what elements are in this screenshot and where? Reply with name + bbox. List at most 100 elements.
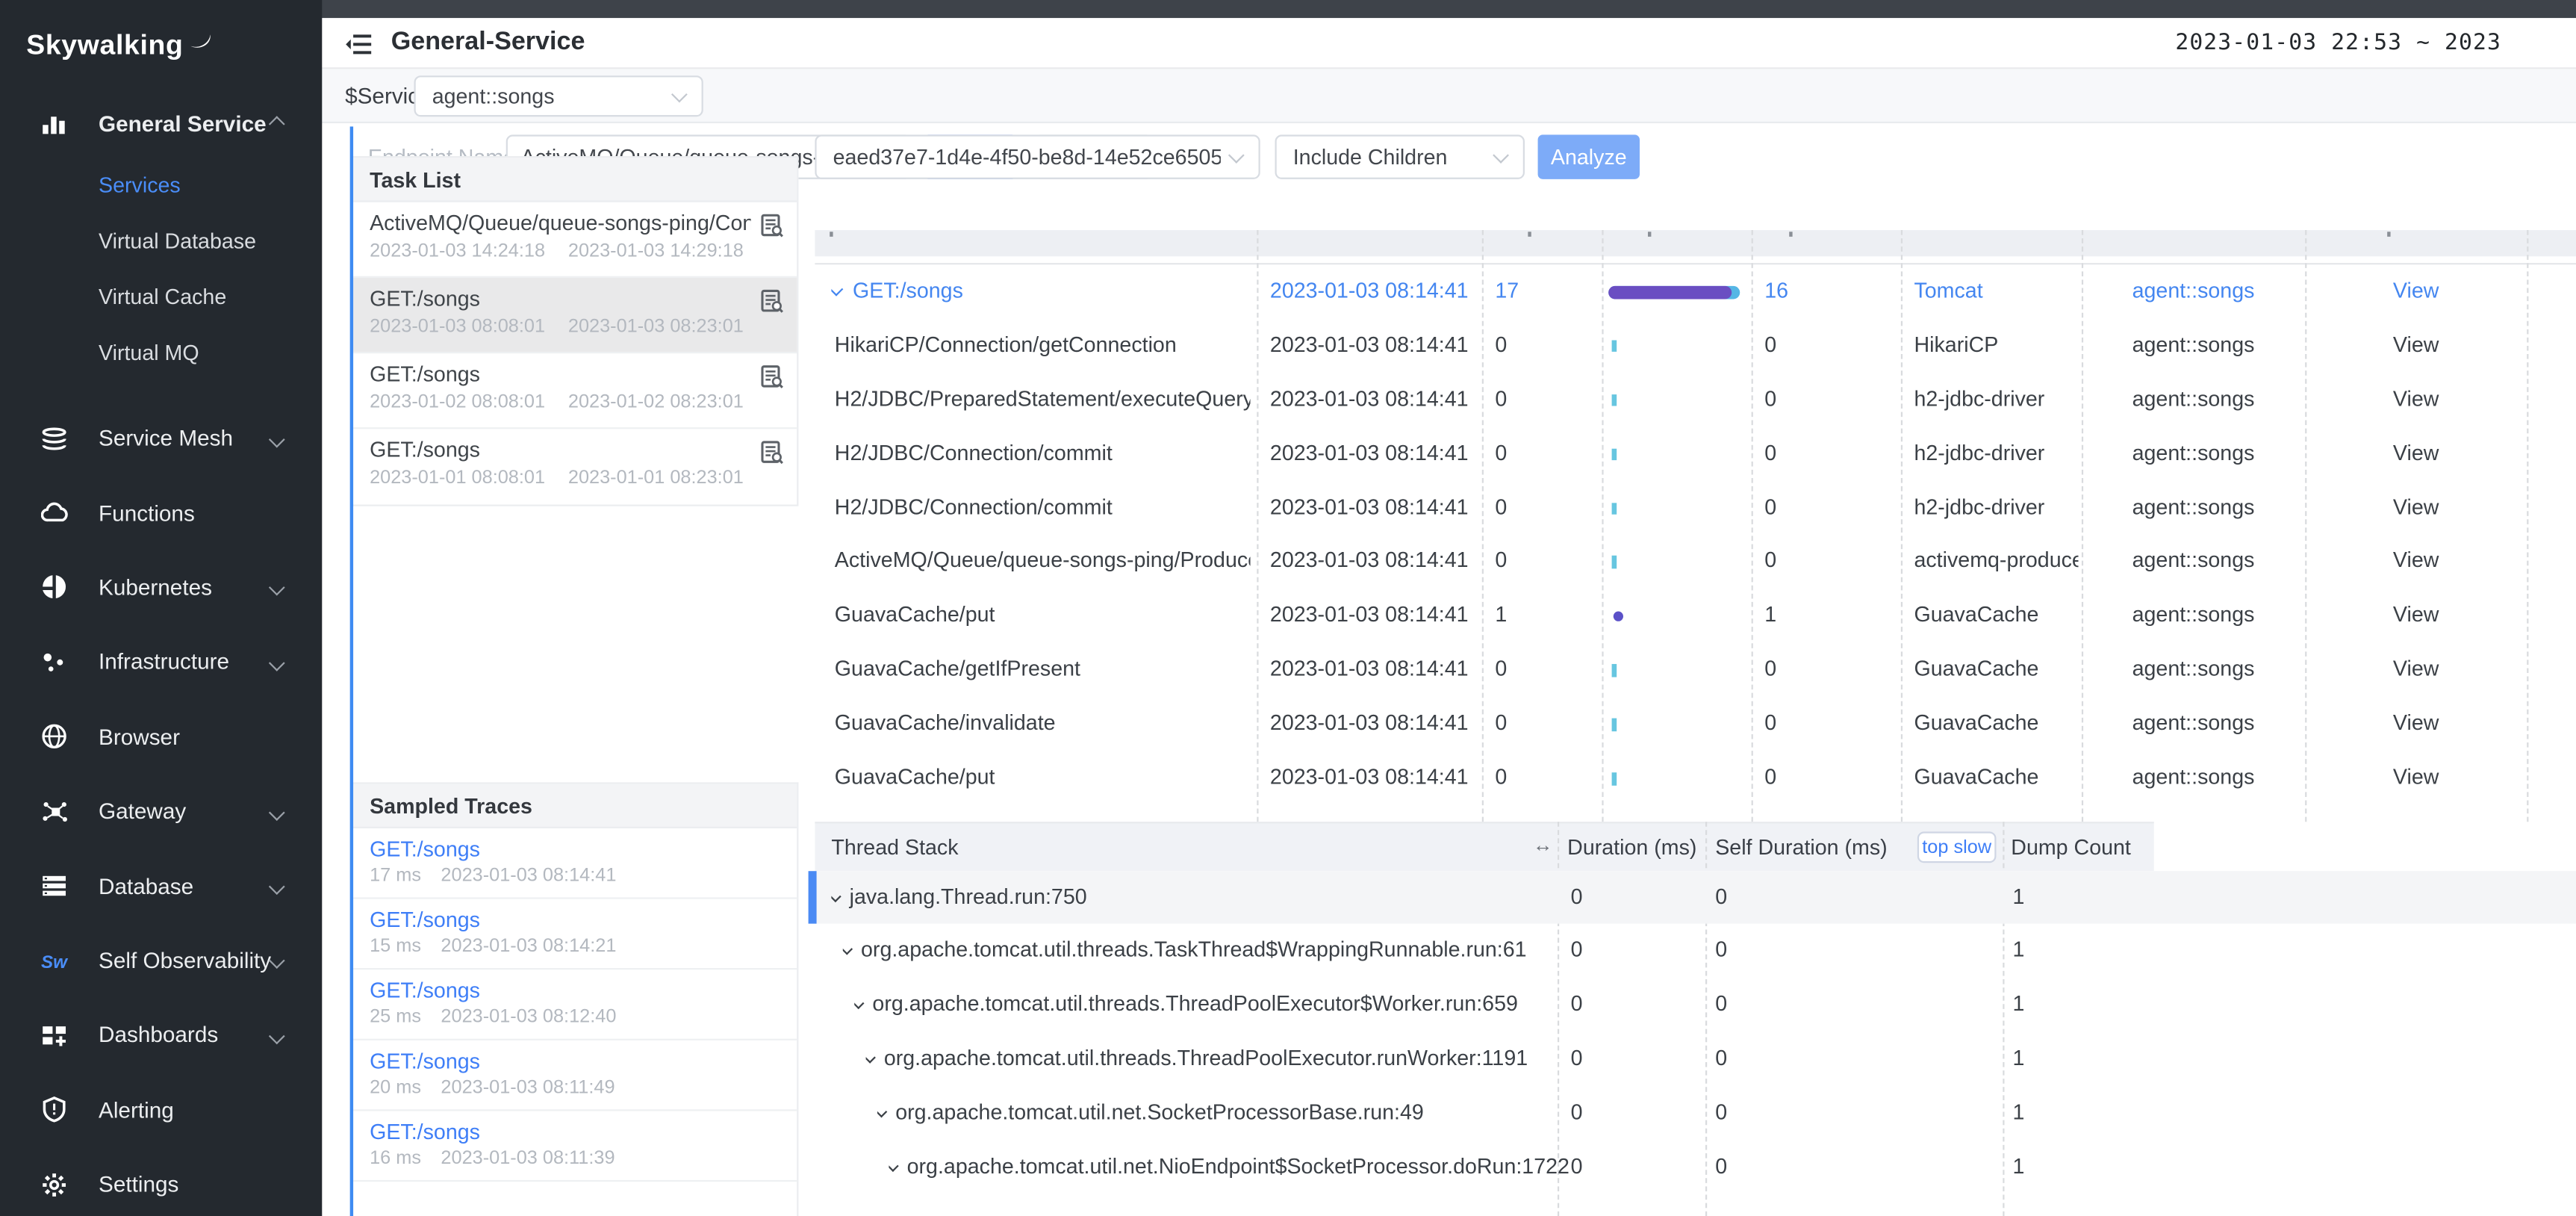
view-logs-icon[interactable] bbox=[761, 365, 784, 389]
sidebar-item-virtual-mq[interactable]: Virtual MQ bbox=[0, 323, 322, 379]
trace-link[interactable]: GET:/songs bbox=[370, 978, 780, 1002]
view-logs-icon[interactable] bbox=[761, 214, 784, 238]
sidebar-item-dashboards[interactable]: Dashboards bbox=[0, 998, 322, 1073]
analyze-button[interactable]: Analyze bbox=[1538, 134, 1640, 179]
sidebar-item-gateway[interactable]: Gateway bbox=[0, 774, 322, 849]
chevron-down-icon[interactable] bbox=[831, 282, 843, 297]
view-link[interactable]: View bbox=[2305, 589, 2527, 642]
view-link[interactable]: View bbox=[2305, 373, 2527, 426]
sidebar-item-self-observability[interactable]: Sw Self Observability bbox=[0, 923, 322, 998]
self-duration-column-header: Self Duration (ms) bbox=[1715, 823, 1887, 872]
view-link[interactable]: View bbox=[2305, 481, 2527, 535]
trace-id-select[interactable]: eaed37e7-1d4e-4f50-be8d-14e52ce6505b bbox=[815, 134, 1260, 179]
view-link[interactable]: View bbox=[2305, 697, 2527, 751]
sidebar-item-alerting[interactable]: Alerting bbox=[0, 1073, 322, 1147]
trace-list-item[interactable]: GET:/songs 16 ms 2023-01-03 08:11:39 bbox=[353, 1111, 797, 1182]
sidebar-item-label: Settings bbox=[99, 1172, 178, 1197]
segment-row[interactable]: GuavaCache/invalidate 2023-01-03 08:14:4… bbox=[815, 697, 2576, 751]
segment-time: 2023-01-03 08:14:41 bbox=[1270, 426, 1477, 480]
trace-list-item[interactable]: GET:/songs 17 ms 2023-01-03 08:14:41 bbox=[353, 828, 797, 899]
segment-row[interactable]: GuavaCache/getIfPresent 2023-01-03 08:14… bbox=[815, 643, 2576, 697]
time-range-picker[interactable]: 2023-01-03 22:53 ~ 2023 bbox=[2175, 30, 2501, 56]
trace-link[interactable]: GET:/songs bbox=[370, 908, 780, 932]
stack-frame-row[interactable]: org.apache.tomcat.util.threads.TaskThrea… bbox=[815, 924, 2576, 978]
segment-row[interactable]: H2/JDBC/PreparedStatement/executeQuery 2… bbox=[815, 373, 2576, 426]
segment-time: 2023-01-03 08:14:41 bbox=[1270, 481, 1477, 535]
chevron-down-icon[interactable] bbox=[843, 944, 853, 956]
chevron-down-icon[interactable] bbox=[831, 890, 841, 902]
view-link[interactable]: View bbox=[2305, 319, 2527, 373]
menu-fold-icon[interactable] bbox=[345, 31, 371, 58]
chevron-down-icon[interactable] bbox=[889, 1160, 898, 1172]
stack-frame-row[interactable]: org.apache.tomcat.util.threads.ThreadPoo… bbox=[815, 978, 2576, 1032]
stack-frame-row[interactable]: java.lang.Thread.run:750 0 0 1 bbox=[815, 870, 2576, 924]
sidebar-item-infrastructure[interactable]: Infrastructure bbox=[0, 625, 322, 700]
trace-link[interactable]: GET:/songs bbox=[370, 837, 780, 861]
sidebar-item-browser[interactable]: Browser bbox=[0, 699, 322, 774]
segment-time: 2023-01-03 08:14:41 bbox=[1270, 697, 1477, 751]
task-list-item[interactable]: GET:/songs 2023-01-01 08:08:01 2023-01-0… bbox=[353, 429, 797, 504]
segment-count: 0 bbox=[1495, 535, 1593, 589]
segment-row[interactable]: GuavaCache/put 2023-01-03 08:14:41 0 0 G… bbox=[815, 751, 2576, 805]
service-select[interactable]: agent::songs bbox=[414, 75, 703, 117]
sidebar-item-database[interactable]: Database bbox=[0, 849, 322, 923]
task-list-item[interactable]: ActiveMQ/Queue/queue-songs-ping/Consumer… bbox=[353, 202, 797, 278]
stack-frame: org.apache.tomcat.util.threads.ThreadPoo… bbox=[884, 1046, 1528, 1070]
segment-row[interactable]: HikariCP/Connection/getConnection 2023-0… bbox=[815, 319, 2576, 373]
view-logs-icon[interactable] bbox=[761, 441, 784, 465]
view-link[interactable]: View bbox=[2305, 643, 2527, 697]
stack-frame: org.apache.tomcat.util.net.NioEndpoint$S… bbox=[907, 1154, 1569, 1179]
crescent-moon-icon bbox=[187, 28, 213, 51]
trace-time: 2023-01-03 08:12:40 bbox=[441, 1008, 616, 1027]
task-name: GET:/songs bbox=[370, 437, 750, 462]
resize-columns-icon[interactable]: ↔ bbox=[1533, 834, 1552, 857]
sidebar-item-virtual-database[interactable]: Virtual Database bbox=[0, 212, 322, 268]
stack-frame-row[interactable]: org.apache.tomcat.util.net.NioEndpoint$S… bbox=[815, 1141, 2576, 1194]
stack-frame-row[interactable]: org.apache.tomcat.util.threads.ThreadPoo… bbox=[815, 1032, 2576, 1086]
segment-row[interactable]: GuavaCache/put 2023-01-03 08:14:41 1 1 G… bbox=[815, 589, 2576, 642]
view-link[interactable]: View bbox=[2305, 751, 2527, 805]
sidebar-item-service-mesh[interactable]: Service Mesh bbox=[0, 401, 322, 476]
segment-row[interactable]: ActiveMQ/Queue/queue-songs-ping/Producer… bbox=[815, 535, 2576, 589]
task-list-item[interactable]: GET:/songs 2023-01-03 08:08:01 2023-01-0… bbox=[353, 278, 797, 353]
trace-list-item[interactable]: GET:/songs 25 ms 2023-01-03 08:12:40 bbox=[353, 970, 797, 1040]
view-link[interactable]: View bbox=[2305, 535, 2527, 589]
segment-row[interactable]: H2/JDBC/Connection/commit 2023-01-03 08:… bbox=[815, 481, 2576, 535]
segment-row[interactable]: GET:/songs 2023-01-03 08:14:41 17 16 Tom… bbox=[815, 264, 2576, 318]
view-link[interactable]: View bbox=[2305, 805, 2527, 822]
pane-divider[interactable] bbox=[350, 126, 353, 1216]
sidebar-item-functions[interactable]: Functions bbox=[0, 476, 322, 550]
chevron-down-icon[interactable] bbox=[854, 998, 864, 1010]
trace-link[interactable]: GET:/songs bbox=[370, 1119, 780, 1144]
segment-table-header-clipped bbox=[815, 229, 2576, 256]
sw-logo-icon: Sw bbox=[41, 947, 67, 973]
view-link[interactable]: View bbox=[2305, 426, 2527, 480]
dump-count-column-header: Dump Count bbox=[2011, 823, 2131, 872]
sidebar-item-services[interactable]: Services bbox=[0, 156, 322, 212]
trace-link[interactable]: GET:/songs bbox=[370, 1049, 780, 1073]
sidebar-item-kubernetes[interactable]: Kubernetes bbox=[0, 550, 322, 625]
chevron-down-icon[interactable] bbox=[866, 1052, 876, 1064]
task-start-time: 2023-01-02 08:08:01 bbox=[370, 393, 545, 412]
duration-bar bbox=[1612, 556, 1617, 569]
segment-row[interactable]: H2/JDBC/Connection/commit 2023-01-03 08:… bbox=[815, 426, 2576, 480]
sidebar-item-virtual-cache[interactable]: Virtual Cache bbox=[0, 268, 322, 324]
top-slow-button[interactable]: top slow bbox=[1917, 831, 1997, 863]
view-logs-icon[interactable] bbox=[761, 289, 784, 314]
sidebar-item-settings[interactable]: Settings bbox=[0, 1147, 322, 1216]
trace-list-item[interactable]: GET:/songs 20 ms 2023-01-03 08:11:49 bbox=[353, 1040, 797, 1111]
stack-frame-row[interactable]: org.apache.tomcat.util.net.SocketProcess… bbox=[815, 1087, 2576, 1141]
segment-endpoint: GuavaCache/put bbox=[835, 751, 1251, 805]
server-rows-icon bbox=[41, 872, 67, 899]
task-name: GET:/songs bbox=[370, 362, 750, 386]
sidebar-item-general-service[interactable]: General Service bbox=[0, 90, 322, 156]
segment-endpoint[interactable]: GET:/songs bbox=[853, 278, 963, 303]
chevron-down-icon[interactable] bbox=[877, 1106, 887, 1118]
analyze-scope-select[interactable]: Include Children bbox=[1275, 134, 1525, 179]
chevron-down-icon bbox=[271, 648, 282, 677]
segment-row-clipped[interactable]: GuavaCache/getIfPresent 2023-01-03 08:14… bbox=[815, 805, 2576, 822]
view-link[interactable]: View bbox=[2305, 264, 2527, 318]
trace-time: 2023-01-03 08:14:41 bbox=[441, 866, 616, 886]
task-list-item[interactable]: GET:/songs 2023-01-02 08:08:01 2023-01-0… bbox=[353, 353, 797, 429]
trace-list-item[interactable]: GET:/songs 15 ms 2023-01-03 08:14:21 bbox=[353, 899, 797, 970]
